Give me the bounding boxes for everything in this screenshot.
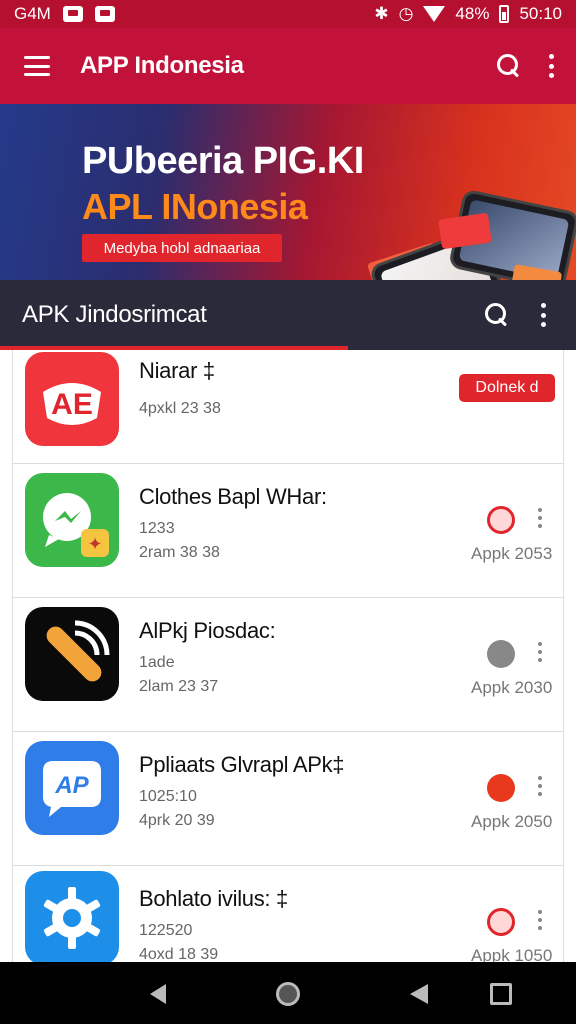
banner-button[interactable]: Medyba hobl adnaariaa	[82, 234, 282, 262]
item-meta: 4prk 20 39	[139, 812, 215, 829]
svg-text:AP: AP	[54, 772, 89, 799]
red-status-icon	[487, 774, 515, 802]
search-icon[interactable]	[496, 53, 522, 79]
item-more-vert-icon[interactable]	[537, 508, 543, 528]
battery-percent: 48%	[455, 4, 490, 23]
back-icon[interactable]	[150, 984, 166, 1004]
battery-icon	[499, 5, 510, 23]
status-bar: G4M ✱ ◷ 48% 50:10	[0, 0, 576, 28]
home-icon[interactable]	[276, 982, 300, 1006]
promo-banner[interactable]: PUbeeria PIG.KI APL INonesia Medyba hobl…	[0, 104, 576, 280]
section-title: APK Jindosrimcat	[22, 301, 207, 328]
item-meta: 1233	[139, 520, 175, 537]
clock: 50:10	[519, 4, 562, 23]
item-name: AlPkj Piosdac:	[139, 618, 276, 643]
gray-status-icon	[487, 640, 515, 668]
list-item[interactable]: AP Ppliaats Glvrapl APk‡ 1025:10 4prk 20…	[13, 732, 563, 866]
red-status-icon	[487, 908, 515, 936]
more-vert-icon[interactable]	[548, 54, 554, 78]
notification-box-icon	[94, 6, 115, 22]
list-item[interactable]: Bohlato ivilus: ‡ 122520 4oxd 18 39 Appk…	[13, 866, 563, 962]
item-meta: 2lam 23 37	[139, 678, 219, 695]
item-meta: 122520	[139, 922, 193, 939]
svg-text:✦: ✦	[87, 534, 102, 554]
more-vert-icon[interactable]	[540, 303, 546, 327]
item-name: Ppliaats Glvrapl APk‡	[139, 752, 345, 777]
app-icon-messenger-green: ✦	[25, 473, 119, 567]
alarm-icon: ◷	[398, 4, 414, 23]
item-meta: 1025:10	[139, 788, 197, 805]
item-meta: 1ade	[139, 654, 175, 671]
list-item[interactable]: ✦ Clothes Bapl WHar: 1233 2ram 38 38 App…	[13, 464, 563, 598]
app-list: AE Niarar ‡ 4pxkl 23 38 Dolnek d ✦ Cloth…	[12, 350, 564, 962]
app-icon-gear-blue	[25, 871, 119, 962]
item-name: Clothes Bapl WHar:	[139, 484, 327, 509]
search-icon[interactable]	[484, 302, 510, 328]
item-meta: 4oxd 18 39	[139, 946, 219, 962]
app-icon-ap-blue: AP	[25, 741, 119, 835]
list-item[interactable]: AlPkj Piosdac: 1ade 2lam 23 37 Appk 2030	[13, 598, 563, 732]
bluetooth-icon: ✱	[374, 4, 389, 23]
svg-text:AE: AE	[51, 388, 93, 421]
back-icon[interactable]	[410, 984, 428, 1004]
item-size: Appk 2053	[471, 544, 553, 563]
banner-title: PUbeeria PIG.KI	[82, 140, 364, 182]
item-meta: 2ram 38 38	[139, 544, 220, 561]
list-item[interactable]: AE Niarar ‡ 4pxkl 23 38 Dolnek d	[13, 350, 563, 464]
item-more-vert-icon[interactable]	[537, 776, 543, 796]
item-size: Appk 1050	[471, 946, 553, 962]
wifi-icon	[423, 6, 446, 22]
item-name: Bohlato ivilus: ‡	[139, 886, 288, 911]
banner-subtitle: APL INonesia	[82, 186, 308, 227]
app-bar: APP Indonesia	[0, 28, 576, 104]
item-more-vert-icon[interactable]	[537, 642, 543, 662]
recents-icon[interactable]	[490, 983, 512, 1005]
item-size: Appk 2030	[471, 678, 553, 697]
section-header: APK Jindosrimcat	[0, 280, 576, 350]
carrier-label: G4M	[14, 4, 51, 23]
item-more-vert-icon[interactable]	[537, 910, 543, 930]
item-size: Appk 2050	[471, 812, 553, 831]
hamburger-menu-icon[interactable]	[24, 56, 50, 76]
download-button[interactable]: Dolnek d	[459, 374, 555, 402]
system-nav-bar	[0, 962, 576, 1024]
red-status-icon	[487, 506, 515, 534]
app-icon-ap-red: AE	[25, 352, 119, 446]
item-name: Niarar ‡	[139, 358, 215, 383]
notification-box-icon	[62, 6, 83, 22]
app-title: APP Indonesia	[80, 52, 244, 79]
app-icon-signal-black	[25, 607, 119, 701]
item-meta: 4pxkl 23 38	[139, 400, 221, 417]
